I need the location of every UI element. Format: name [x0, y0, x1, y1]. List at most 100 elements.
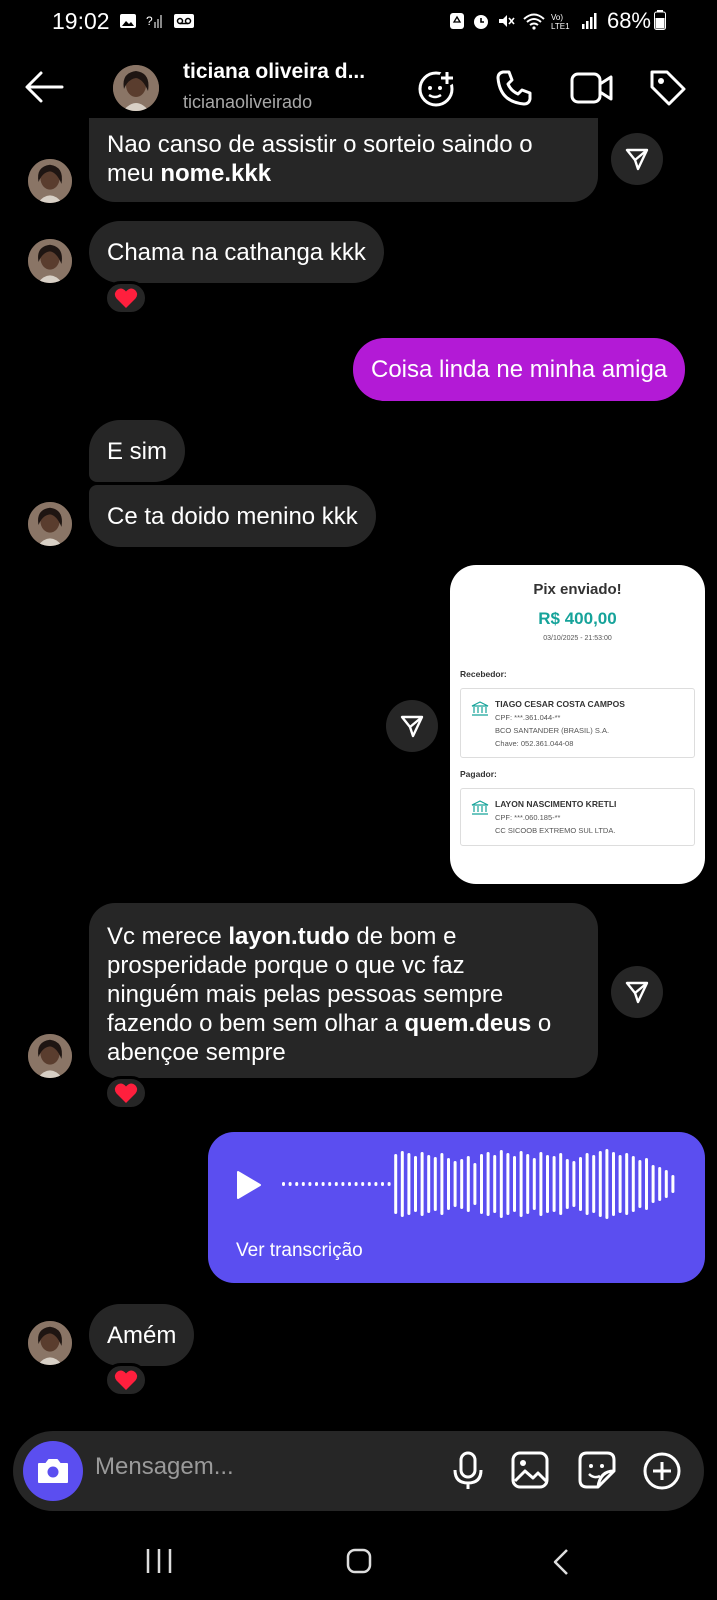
message-bubble[interactable]: Chama na cathanga kkk — [89, 221, 384, 283]
contact-name[interactable]: ticiana oliveira d... — [183, 60, 365, 84]
waveform-bar — [400, 1151, 404, 1217]
waveform-bar — [526, 1154, 530, 1214]
sticker-icon[interactable] — [578, 1451, 616, 1489]
waveform-bar — [612, 1152, 615, 1216]
message-bubble[interactable]: Amém — [89, 1304, 195, 1366]
bank-icon — [471, 800, 489, 815]
sender-avatar[interactable] — [28, 239, 72, 283]
share-button[interactable] — [611, 966, 663, 1018]
back-arrow-icon[interactable] — [24, 70, 64, 104]
camera-icon — [38, 1459, 68, 1483]
waveform-bar — [295, 1182, 299, 1186]
share-button[interactable] — [386, 700, 438, 752]
waveform-bar — [585, 1153, 589, 1215]
waveform-bar — [592, 1155, 596, 1213]
waveform-bar — [381, 1182, 384, 1186]
voicemail-icon — [174, 14, 194, 28]
waveform-bar — [645, 1158, 648, 1210]
recycle-icon — [450, 13, 464, 29]
view-transcript-link[interactable]: Ver transcrição — [236, 1240, 363, 1262]
mute-icon — [499, 15, 515, 27]
waveform-bar — [532, 1158, 536, 1210]
pix-receipt-image[interactable]: Pix enviado! R$ 400,00 03/10/2025 - 21:5… — [450, 565, 705, 884]
pagador-cpf: CPF: ***.060.185-** — [495, 813, 561, 822]
waveform-bar — [559, 1153, 563, 1215]
receipt-title: Pix enviado! — [533, 581, 622, 598]
reaction-heart[interactable] — [104, 1363, 148, 1397]
heart-icon — [114, 288, 138, 308]
message-bubble[interactable]: E sim — [89, 420, 185, 482]
avatar[interactable] — [113, 65, 159, 111]
voice-message-outgoing[interactable]: Ver transcrição — [208, 1132, 705, 1283]
waveform-bar — [414, 1156, 417, 1212]
heart-icon — [114, 1083, 138, 1103]
camera-button[interactable] — [23, 1441, 83, 1501]
reaction-heart[interactable] — [104, 1076, 148, 1110]
heart-icon — [114, 1370, 138, 1390]
play-icon[interactable] — [234, 1170, 262, 1200]
waveform-bar — [539, 1152, 543, 1216]
waveform-bar — [486, 1152, 490, 1216]
sender-avatar[interactable] — [28, 1321, 72, 1365]
phone-icon[interactable] — [494, 68, 534, 108]
plus-circle-icon[interactable] — [642, 1451, 682, 1491]
waveform-bar — [282, 1182, 285, 1186]
waveform-bar — [552, 1156, 556, 1212]
reaction-heart[interactable] — [104, 281, 148, 315]
message-bubble[interactable]: Nao canso de assistir o sorteio saindo o… — [89, 118, 598, 202]
signal-icon — [582, 13, 597, 29]
pagador-name: LAYON NASCIMENTO KRETLI — [495, 799, 617, 809]
message-input[interactable] — [95, 1453, 425, 1481]
message-bubble-outgoing[interactable]: Coisa linda ne minha amiga — [353, 338, 686, 401]
svg-text:?: ? — [146, 14, 153, 28]
sender-avatar[interactable] — [28, 1034, 72, 1078]
tag-icon[interactable] — [648, 68, 688, 108]
waveform-bar — [387, 1182, 391, 1186]
message-bubble[interactable]: Vc merece layon.tudo de bom e prosperida… — [89, 903, 598, 1078]
waveform-bar — [407, 1153, 411, 1215]
waveform-bar — [506, 1153, 510, 1215]
video-icon[interactable] — [570, 70, 614, 106]
waveform-bar — [546, 1155, 549, 1213]
waveform-bar — [466, 1156, 470, 1212]
waveform-bar — [328, 1182, 332, 1186]
waveform-bar — [664, 1170, 668, 1198]
pagador-label: Pagador: — [460, 769, 497, 779]
battery-percent: 68% — [606, 8, 651, 33]
sender-avatar[interactable] — [28, 502, 72, 546]
share-button[interactable] — [611, 133, 663, 185]
waveform-bar — [308, 1182, 312, 1186]
waveform-bar — [440, 1153, 444, 1215]
waveform-bar — [447, 1158, 450, 1210]
alarm-icon — [474, 15, 488, 29]
sender-avatar[interactable] — [28, 159, 72, 203]
share-icon — [625, 148, 649, 171]
volte-icon: Vo)LTE1 — [551, 13, 570, 30]
waveform-bar — [315, 1182, 318, 1186]
message-composer — [13, 1431, 704, 1511]
add-effect-icon[interactable] — [416, 67, 458, 109]
waveform-bar — [651, 1165, 655, 1203]
waveform-bar — [513, 1156, 516, 1212]
waveform-bar — [631, 1156, 635, 1212]
microphone-icon[interactable] — [451, 1451, 485, 1491]
message-bubble[interactable]: Ce ta doido menino kkk — [89, 485, 376, 547]
waveform-bar — [579, 1157, 582, 1211]
waveform-bar — [361, 1182, 365, 1186]
waveform-bar — [321, 1182, 325, 1186]
audio-waveform[interactable] — [282, 1144, 682, 1224]
svg-text:Vo): Vo) — [551, 13, 563, 22]
waveform-bar — [519, 1151, 523, 1217]
waveform-bar — [334, 1182, 338, 1186]
waveform-bar — [348, 1182, 351, 1186]
recebedor-chave: Chave: 052.361.044-08 — [495, 739, 574, 748]
svg-text:LTE1: LTE1 — [551, 22, 570, 30]
waveform-bar — [301, 1182, 305, 1186]
contact-username[interactable]: ticianaoliveirado — [183, 92, 312, 113]
nav-recents-icon[interactable] — [145, 1548, 173, 1574]
nav-home-icon[interactable] — [346, 1548, 372, 1574]
gallery-icon[interactable] — [511, 1451, 549, 1489]
nav-back-icon[interactable] — [552, 1548, 570, 1576]
waveform-bar — [493, 1155, 497, 1213]
waveform-bar — [618, 1155, 622, 1213]
